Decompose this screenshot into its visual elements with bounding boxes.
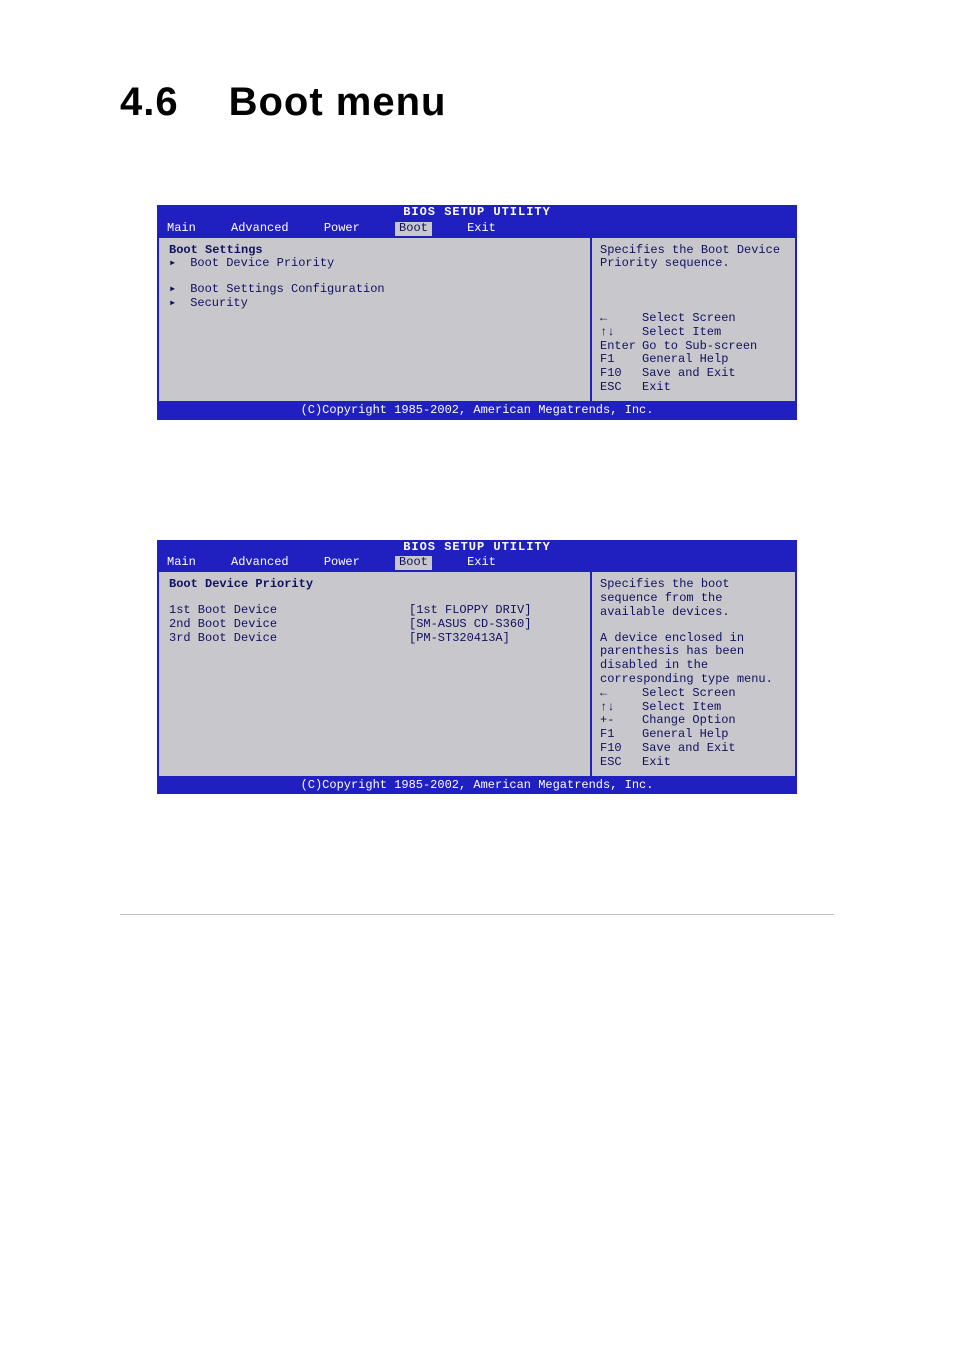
section-title: Boot menu — [229, 80, 447, 124]
setting-value: [PM-ST320413A] — [409, 632, 510, 646]
key-enter: Enter — [600, 340, 642, 354]
key-f10: F10 — [600, 742, 642, 756]
key-f1: F1 — [600, 353, 642, 367]
key-left-right-icon: ← — [600, 312, 642, 326]
setting-value: [1st FLOPPY DRIV] — [409, 604, 531, 618]
key-help: ←Select Screen ↑↓Select Item +-Change Op… — [600, 687, 787, 770]
key-f1: F1 — [600, 728, 642, 742]
tab-power[interactable]: Power — [324, 556, 360, 570]
bios-title: BIOS SETUP UTILITY — [157, 205, 797, 221]
setting-1st-boot-device[interactable]: 1st Boot Device [1st FLOPPY DRIV] — [169, 604, 580, 618]
bios-copyright: (C)Copyright 1985-2002, American Megatre… — [157, 778, 797, 795]
help-text: Specifies the boot sequence from the ava… — [600, 578, 787, 619]
key-esc: ESC — [600, 756, 642, 770]
tab-main[interactable]: Main — [167, 222, 196, 236]
section-heading: 4.6 Boot menu — [120, 80, 834, 125]
bios-screenshot-boot-device-priority: BIOS SETUP UTILITY Main Advanced Power B… — [157, 540, 797, 795]
tab-main[interactable]: Main — [167, 556, 196, 570]
setting-value: [SM-ASUS CD-S360] — [409, 618, 531, 632]
menu-item-boot-settings-config[interactable]: ▸ Boot Settings Configuration — [169, 283, 580, 297]
page-footer-rule — [120, 914, 834, 915]
section-number: 4.6 — [120, 80, 179, 124]
bios-title: BIOS SETUP UTILITY — [157, 540, 797, 556]
submenu-arrow-icon: ▸ — [169, 257, 183, 271]
setting-3rd-boot-device[interactable]: 3rd Boot Device [PM-ST320413A] — [169, 632, 580, 646]
tab-power[interactable]: Power — [324, 222, 360, 236]
help-text: A device enclosed in parenthesis has bee… — [600, 632, 787, 687]
key-esc: ESC — [600, 381, 642, 395]
menu-item-security[interactable]: ▸ Security — [169, 297, 580, 311]
bios-menubar: Main Advanced Power Boot Exit — [157, 555, 797, 572]
tab-exit[interactable]: Exit — [467, 556, 496, 570]
tab-advanced[interactable]: Advanced — [231, 556, 289, 570]
key-f10: F10 — [600, 367, 642, 381]
help-text: Specifies the Boot Device Priority seque… — [600, 244, 787, 272]
bios-copyright: (C)Copyright 1985-2002, American Megatre… — [157, 403, 797, 420]
boot-settings-header: Boot Settings — [169, 244, 580, 258]
menu-item-boot-device-priority[interactable]: ▸ Boot Device Priority — [169, 257, 580, 271]
key-help: ←Select Screen ↑↓Select Item EnterGo to … — [600, 312, 787, 395]
key-up-down-icon: ↑↓ — [600, 326, 642, 340]
key-left-right-icon: ← — [600, 687, 642, 701]
tab-advanced[interactable]: Advanced — [231, 222, 289, 236]
submenu-arrow-icon: ▸ — [169, 297, 183, 311]
tab-boot[interactable]: Boot — [395, 556, 432, 570]
bios-screenshot-boot-settings: BIOS SETUP UTILITY Main Advanced Power B… — [157, 205, 797, 420]
tab-boot[interactable]: Boot — [395, 222, 432, 236]
boot-device-priority-header: Boot Device Priority — [169, 578, 580, 592]
setting-2nd-boot-device[interactable]: 2nd Boot Device [SM-ASUS CD-S360] — [169, 618, 580, 632]
submenu-arrow-icon: ▸ — [169, 283, 183, 297]
bios-menubar: Main Advanced Power Boot Exit — [157, 221, 797, 238]
key-up-down-icon: ↑↓ — [600, 701, 642, 715]
tab-exit[interactable]: Exit — [467, 222, 496, 236]
key-plus-minus: +- — [600, 714, 642, 728]
